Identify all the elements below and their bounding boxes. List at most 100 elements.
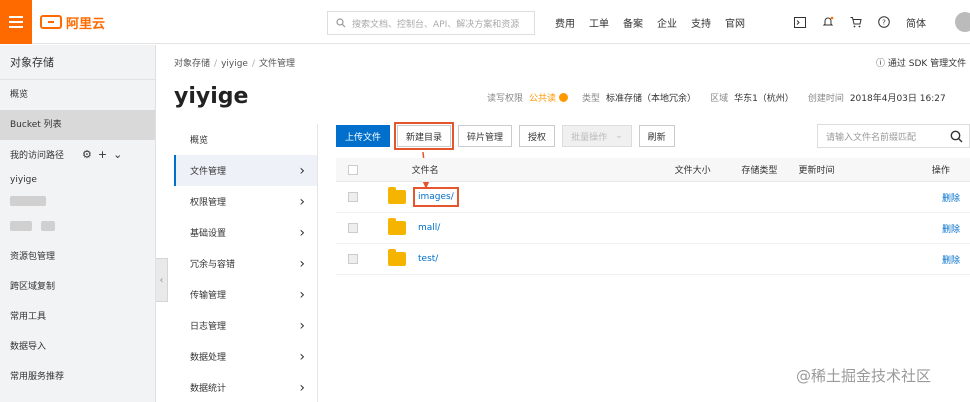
- menu-item-redundancy[interactable]: 冗余与容错 ›: [174, 248, 317, 279]
- search-icon: [336, 18, 346, 28]
- menu-item-overview[interactable]: 概览: [174, 124, 317, 155]
- upload-button[interactable]: 上传文件: [336, 125, 391, 147]
- nav-tickets[interactable]: 工单: [589, 15, 609, 30]
- cart-icon[interactable]: [850, 16, 862, 28]
- folder-link[interactable]: test/: [418, 254, 668, 264]
- folder-icon: [388, 187, 406, 204]
- nav-filing[interactable]: 备案: [623, 15, 643, 30]
- type-value: 标准存储（本地冗余）: [606, 94, 697, 104]
- row-checkbox[interactable]: [348, 192, 358, 202]
- chevron-left-icon: ‹: [159, 274, 164, 286]
- page-title: yiyige: [174, 84, 249, 109]
- sidebar-item-tools[interactable]: 常用工具: [0, 302, 155, 332]
- gear-icon[interactable]: ⚙: [82, 148, 92, 161]
- sidebar-item-resource-pack[interactable]: 资源包管理: [0, 242, 155, 272]
- menu-item-label: 冗余与容错: [190, 260, 236, 270]
- menu-item-label: 数据统计: [190, 384, 227, 394]
- recent-paths-label: 我的访问路径: [10, 150, 65, 161]
- menu-item-logging[interactable]: 日志管理 ›: [174, 310, 317, 341]
- language-switch[interactable]: 简体: [906, 15, 926, 30]
- delete-link[interactable]: 删除: [942, 253, 960, 266]
- created-label: 创建时间: [807, 94, 844, 104]
- sdk-link-label: 通过 SDK 管理文件: [887, 59, 967, 69]
- avatar[interactable]: [955, 12, 970, 32]
- chevron-right-icon: ›: [299, 379, 305, 396]
- new-directory-button[interactable]: 新建目录: [394, 122, 455, 150]
- bucket-meta: 读写权限 公共读 类型 标准存储（本地冗余） 区域 华东1（杭州） 创建时间 2…: [487, 91, 960, 104]
- sidebar-item-recommended[interactable]: 常用服务推荐: [0, 362, 155, 392]
- terminal-icon[interactable]: [794, 16, 806, 28]
- global-search-input[interactable]: 搜索文档、控制台、API、解决方案和资源: [327, 11, 535, 35]
- col-size: 文件大小: [674, 166, 711, 176]
- top-nav: 费用 工单 备案 企业 支持 官网: [548, 0, 752, 44]
- sidebar-collapse-handle[interactable]: ‹: [156, 258, 168, 302]
- acl-value[interactable]: 公共读: [529, 91, 556, 104]
- chevron-down-icon: ⌄: [615, 131, 623, 141]
- acl-label: 读写权限: [487, 94, 524, 104]
- svg-text:?: ?: [882, 19, 886, 27]
- sidebar-item-overview[interactable]: 概览: [0, 80, 155, 110]
- bell-icon[interactable]: [822, 16, 834, 28]
- sidebar-item-cross-region[interactable]: 跨区域复制: [0, 272, 155, 302]
- bucket-menu: 概览 文件管理 › 权限管理 › 基础设置 › 冗余与容错 › 传输管理 › 日志管理 › …: [174, 124, 318, 402]
- nav-enterprise[interactable]: 企业: [657, 15, 677, 30]
- chevron-right-icon: ›: [299, 193, 305, 210]
- menu-item-file-management[interactable]: 文件管理 ›: [174, 155, 317, 186]
- batch-actions-dropdown[interactable]: 批量操作 ⌄: [562, 125, 632, 147]
- chevron-right-icon: ›: [299, 348, 305, 365]
- menu-icon[interactable]: [0, 0, 32, 44]
- menu-item-label: 传输管理: [190, 291, 227, 301]
- menu-item-statistics[interactable]: 数据统计 ›: [174, 372, 317, 402]
- menu-item-label: 日志管理: [190, 322, 227, 332]
- help-icon[interactable]: ?: [878, 16, 890, 28]
- fragments-button[interactable]: 碎片管理: [458, 125, 513, 147]
- delete-link[interactable]: 删除: [942, 191, 960, 204]
- folder-name: mall/: [418, 223, 441, 233]
- file-table: 文件名 文件大小 存储类型 更新时间 操作 images/ 删除 mall/ 删…: [336, 158, 970, 275]
- delete-link[interactable]: 删除: [942, 222, 960, 235]
- nav-support[interactable]: 支持: [691, 15, 711, 30]
- recent-paths-header: 我的访问路径 ⚙ + ⌄: [0, 140, 155, 168]
- col-storage-type: 存储类型: [741, 166, 778, 176]
- folder-link[interactable]: images/: [413, 187, 668, 207]
- authorize-button[interactable]: 授权: [519, 125, 556, 147]
- table-row: mall/ 删除: [336, 213, 970, 244]
- sdk-link[interactable]: ⓘ 通过 SDK 管理文件: [876, 56, 966, 69]
- sidebar-item-data-import[interactable]: 数据导入: [0, 332, 155, 362]
- sidebar-item-bucket-list[interactable]: Bucket 列表: [0, 110, 155, 140]
- breadcrumb-oss[interactable]: 对象存储: [174, 59, 210, 69]
- chevron-down-icon[interactable]: ⌄: [113, 148, 122, 161]
- row-checkbox[interactable]: [348, 223, 358, 233]
- filter-placeholder: 请输入文件名前缀匹配: [826, 132, 917, 143]
- plus-icon[interactable]: +: [98, 148, 107, 161]
- search-placeholder: 搜索文档、控制台、API、解决方案和资源: [352, 19, 520, 30]
- filename-filter-input[interactable]: 请输入文件名前缀匹配: [817, 124, 970, 148]
- breadcrumb-bucket[interactable]: yiyige: [221, 59, 248, 69]
- aliyun-logo[interactable]: 阿里云: [40, 13, 105, 32]
- row-checkbox[interactable]: [348, 254, 358, 264]
- folder-link[interactable]: mall/: [418, 223, 668, 233]
- menu-item-permissions[interactable]: 权限管理 ›: [174, 186, 317, 217]
- select-all-checkbox[interactable]: [348, 164, 358, 175]
- table-row: images/ 删除: [336, 182, 970, 213]
- search-icon[interactable]: [950, 130, 963, 143]
- sidebar-item-blurred[interactable]: [0, 216, 155, 242]
- menu-item-label: 概览: [190, 136, 209, 146]
- batch-actions-label: 批量操作: [571, 132, 608, 143]
- top-bar: 阿里云 搜索文档、控制台、API、解决方案和资源 费用 工单 备案 企业 支持 …: [0, 0, 970, 44]
- folder-name: images/: [413, 187, 459, 207]
- nav-website[interactable]: 官网: [725, 15, 745, 30]
- created-value: 2018年4月03日 16:27: [849, 94, 946, 104]
- nav-fees[interactable]: 费用: [555, 15, 575, 30]
- file-toolbar: 上传文件 新建目录 碎片管理 授权 批量操作 ⌄ 刷新: [336, 122, 682, 150]
- col-filename: 文件名: [411, 166, 439, 176]
- refresh-button[interactable]: 刷新: [638, 125, 675, 147]
- chevron-right-icon: ›: [299, 162, 305, 179]
- help-circle-icon: ⓘ: [876, 59, 886, 69]
- sidebar-item-blurred[interactable]: [0, 192, 155, 216]
- sidebar-item-bucket[interactable]: yiyige: [0, 168, 155, 192]
- menu-item-data-processing[interactable]: 数据处理 ›: [174, 341, 317, 372]
- menu-item-transfer[interactable]: 传输管理 ›: [174, 279, 317, 310]
- menu-item-basic-settings[interactable]: 基础设置 ›: [174, 217, 317, 248]
- chevron-right-icon: ›: [299, 317, 305, 334]
